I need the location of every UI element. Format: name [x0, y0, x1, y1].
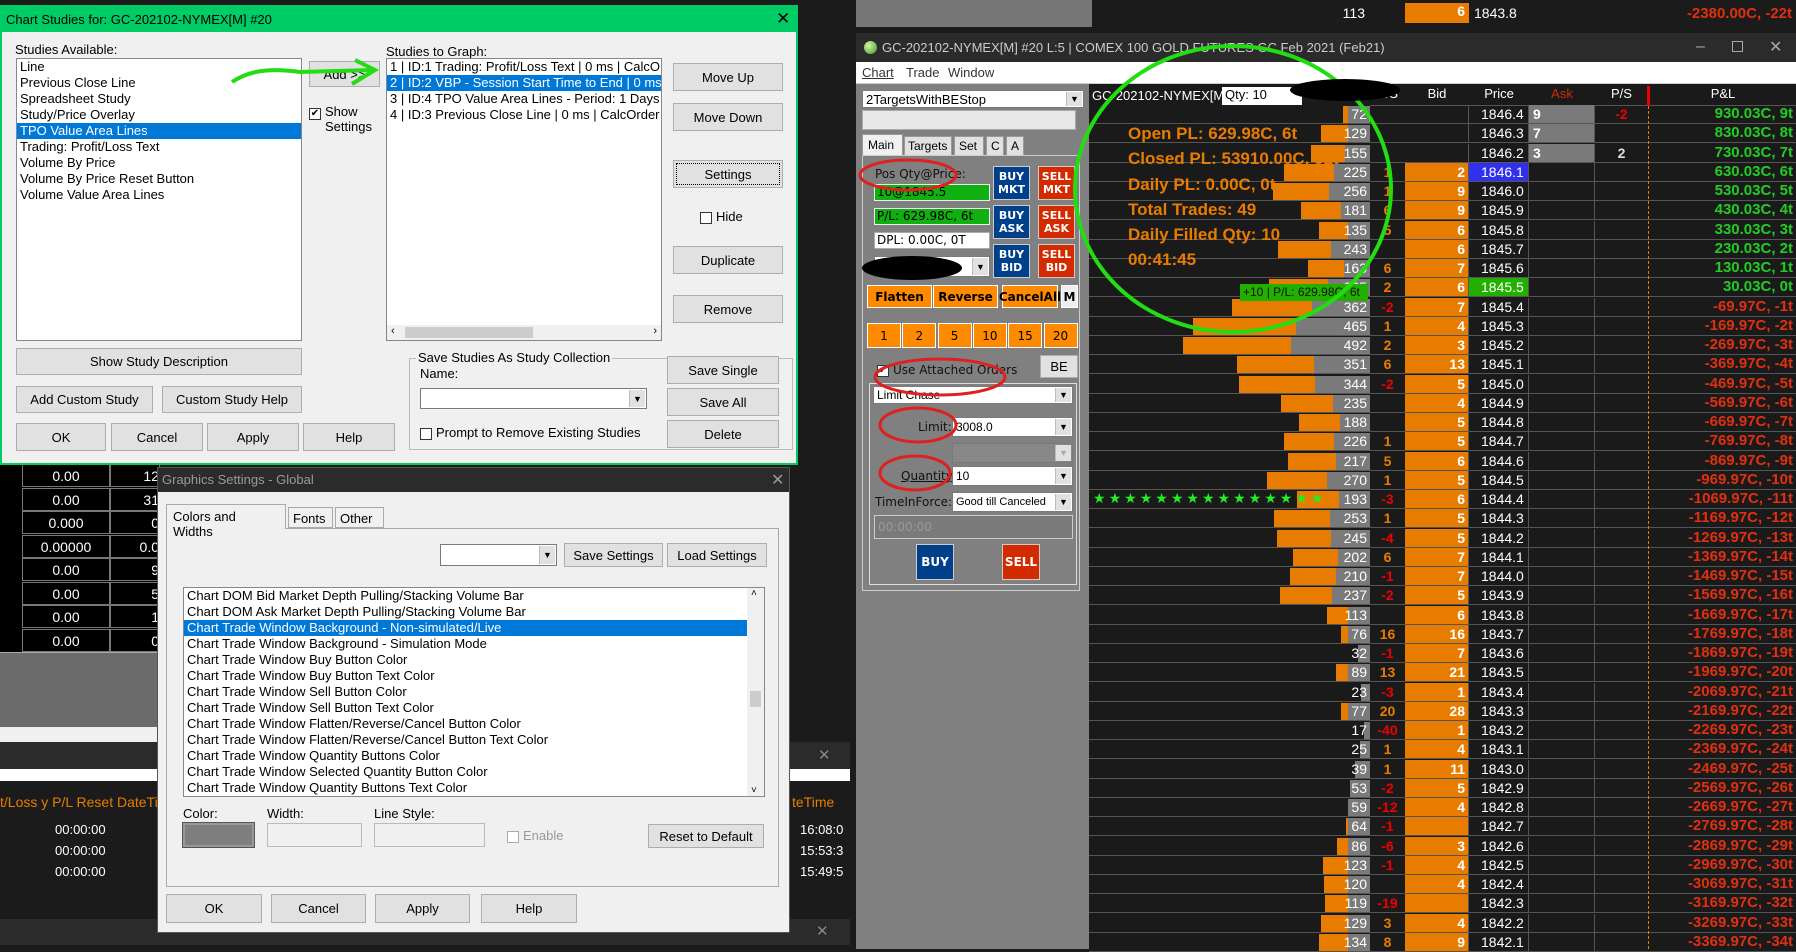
red-circle-annotation	[878, 406, 958, 444]
red-circle-annotation	[858, 158, 958, 192]
red-circle-annotation	[878, 454, 952, 492]
redaction-blob	[862, 256, 962, 280]
annotations	[230, 44, 1400, 492]
green-arrow-annotation	[230, 58, 380, 86]
redaction-blob	[1290, 79, 1400, 101]
red-circle-annotation	[873, 357, 1007, 397]
